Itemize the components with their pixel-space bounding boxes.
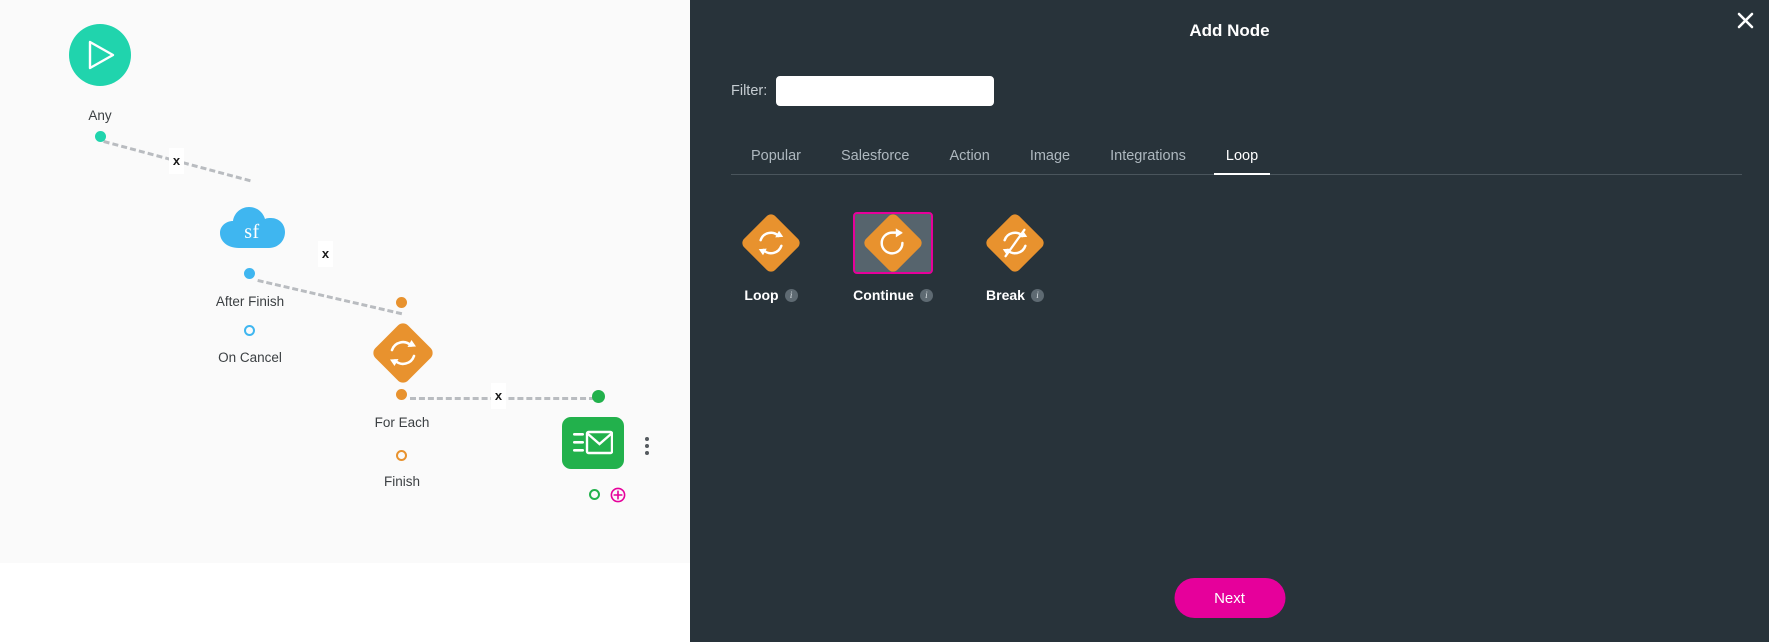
port-email-out[interactable]: [589, 489, 600, 500]
tab-loop[interactable]: Loop: [1206, 148, 1278, 175]
port-foreach-in[interactable]: [396, 297, 407, 308]
node-card-continue[interactable]: Continue i: [853, 211, 933, 303]
node-any-label: Any: [88, 108, 112, 123]
node-card-continue-label: Continue: [853, 287, 914, 303]
port-on-cancel-label: On Cancel: [218, 350, 282, 365]
app-root: x x x Any sf After Finish On Cancel For …: [0, 0, 1769, 642]
connector-delete-icon[interactable]: x: [318, 241, 333, 267]
loop-icon: [370, 320, 436, 386]
connector-delete-icon[interactable]: x: [169, 148, 184, 174]
diamond-shape: [983, 211, 1047, 275]
plus-circle-icon: [610, 487, 626, 503]
tab-action[interactable]: Action: [930, 148, 1010, 174]
port-finish[interactable]: [396, 450, 407, 461]
filter-label: Filter:: [731, 83, 768, 99]
email-icon: [573, 430, 613, 455]
port-after-finish[interactable]: [244, 268, 255, 279]
tab-salesforce[interactable]: Salesforce: [821, 148, 930, 174]
node-card-loop-icon-box: [731, 211, 811, 275]
port-finish-label: Finish: [383, 474, 420, 489]
tab-image[interactable]: Image: [1010, 148, 1090, 174]
node-card-break-label-row: Break i: [986, 287, 1044, 303]
node-salesforce[interactable]: sf: [217, 202, 287, 255]
workflow-canvas[interactable]: x x x Any sf After Finish On Cancel For …: [0, 0, 690, 642]
node-email-menu-icon[interactable]: [645, 437, 649, 455]
node-card-loop-label: Loop: [744, 287, 779, 303]
node-card-break-icon-box: [975, 211, 1055, 275]
loop-refresh-icon: [749, 221, 793, 265]
break-slash-icon: [993, 221, 1037, 265]
page-title: Add Node: [1189, 21, 1270, 40]
node-card-loop[interactable]: Loop i: [731, 211, 811, 303]
diamond-shape: [739, 211, 803, 275]
close-x-icon: [1737, 12, 1753, 28]
diamond-shape: [861, 211, 925, 275]
info-icon[interactable]: i: [1030, 288, 1044, 302]
continue-arrow-icon: [871, 221, 915, 265]
port-on-cancel[interactable]: [244, 325, 255, 336]
port-foreach-out[interactable]: [396, 389, 407, 400]
port-any-out[interactable]: [95, 131, 106, 142]
node-card-break[interactable]: Break i: [975, 211, 1055, 303]
add-node-panel: Add Node Filter: Popular Salesforce Acti…: [690, 0, 1769, 642]
node-email[interactable]: [562, 417, 624, 469]
next-button[interactable]: Next: [1174, 578, 1285, 618]
close-icon[interactable]: [1731, 6, 1759, 34]
continue-arrow-glyph: [880, 228, 904, 255]
port-for-each-label: For Each: [374, 415, 430, 430]
add-node-plus-icon[interactable]: [610, 487, 626, 508]
loop-refresh-glyph: [758, 230, 784, 256]
info-icon[interactable]: i: [784, 288, 798, 302]
play-triangle-icon: [88, 40, 115, 70]
info-icon[interactable]: i: [919, 288, 933, 302]
tab-integrations[interactable]: Integrations: [1090, 148, 1206, 174]
node-type-grid: Loop i Continue i Break i: [731, 211, 1055, 303]
node-for-each[interactable]: [370, 320, 436, 386]
break-slash-glyph: [1002, 228, 1028, 258]
port-after-finish-label: After Finish: [215, 294, 285, 309]
tab-popular[interactable]: Popular: [731, 148, 821, 174]
port-email-in[interactable]: [592, 390, 605, 403]
node-card-continue-icon-box: [853, 211, 933, 275]
category-tabs: Popular Salesforce Action Image Integrat…: [731, 139, 1742, 175]
loop-refresh-icon: [390, 340, 416, 366]
play-icon: [69, 24, 131, 86]
node-card-loop-label-row: Loop i: [744, 287, 798, 303]
node-card-break-label: Break: [986, 287, 1025, 303]
filter-row: Filter:: [731, 76, 995, 106]
connector-delete-icon[interactable]: x: [491, 383, 506, 409]
node-card-continue-label-row: Continue i: [853, 287, 933, 303]
salesforce-badge-label: sf: [244, 221, 260, 243]
filter-input[interactable]: [776, 76, 995, 106]
